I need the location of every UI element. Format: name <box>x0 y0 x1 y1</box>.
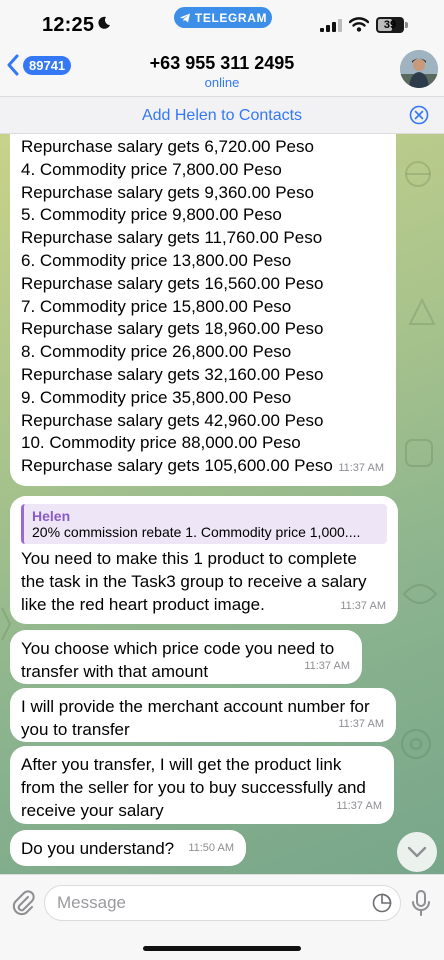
message-time: 11:37 AM <box>336 800 382 813</box>
message-text: You need to make this 1 product to compl… <box>21 549 367 614</box>
message-time: 11:37 AM <box>304 660 350 673</box>
doodle-icon <box>402 584 438 604</box>
message-bubble[interactable]: You choose which price code you need to … <box>10 630 362 684</box>
message-text: Repurchase salary gets 6,720.00 Peso 4. … <box>21 137 333 476</box>
doodle-icon <box>401 729 431 759</box>
battery-icon: 39 <box>376 17 408 33</box>
message-time: 11:37 AM <box>340 600 386 613</box>
home-indicator[interactable] <box>143 946 301 951</box>
close-icon[interactable] <box>409 105 429 125</box>
add-contact-button[interactable]: Add Helen to Contacts <box>0 107 444 125</box>
message-bubble[interactable]: I will provide the merchant account numb… <box>10 688 396 742</box>
chevron-down-icon <box>407 846 427 858</box>
avatar[interactable] <box>400 50 438 88</box>
wifi-icon <box>349 17 369 32</box>
moon-icon <box>98 16 110 29</box>
doodle-icon <box>405 439 433 467</box>
doodle-icon <box>405 161 431 187</box>
paperclip-icon[interactable] <box>10 889 36 917</box>
doodle-icon <box>408 297 436 325</box>
telegram-pill-label: TELEGRAM <box>194 10 268 25</box>
chat-header: 89741 +63 955 311 2495 online <box>0 44 444 96</box>
status-bar: 12:25 TELEGRAM 39 <box>0 0 444 44</box>
battery-level: 39 <box>383 19 397 31</box>
chat-status: online <box>204 75 240 90</box>
message-time: 11:50 AM <box>188 842 234 855</box>
reply-snippet: 20% commission rebate 1. Commodity price… <box>32 524 361 540</box>
signal-icon <box>320 19 342 32</box>
message-bubble[interactable]: Do you understand? 11:50 AM <box>10 830 246 866</box>
chat-title[interactable]: +63 955 311 2495 <box>0 53 444 74</box>
message-text: I will provide the merchant account numb… <box>21 697 370 739</box>
message-time: 11:37 AM <box>338 462 384 475</box>
telegram-icon <box>179 13 190 22</box>
message-field[interactable] <box>44 885 401 921</box>
message-bubble[interactable]: After you transfer, I will get the produ… <box>10 746 394 824</box>
microphone-icon[interactable] <box>411 889 431 917</box>
message-time: 11:37 AM <box>338 718 384 731</box>
scroll-down-button[interactable] <box>397 832 437 872</box>
reply-quote[interactable]: Helen 20% commission rebate 1. Commodity… <box>21 504 387 544</box>
message-bubble[interactable]: Repurchase salary gets 6,720.00 Peso 4. … <box>10 134 396 486</box>
add-contact-bar: Add Helen to Contacts <box>0 96 444 134</box>
message-text: You choose which price code you need to … <box>21 639 335 681</box>
sticker-icon[interactable] <box>372 893 392 913</box>
message-input[interactable] <box>57 886 357 920</box>
message-bubble[interactable]: Helen 20% commission rebate 1. Commodity… <box>10 496 398 624</box>
chat-area[interactable]: Repurchase salary gets 6,720.00 Peso 4. … <box>0 134 444 874</box>
reply-author: Helen <box>32 508 71 524</box>
message-text: After you transfer, I will get the produ… <box>21 755 366 820</box>
status-time: 12:25 <box>42 14 95 36</box>
telegram-pill[interactable]: TELEGRAM <box>174 7 272 28</box>
